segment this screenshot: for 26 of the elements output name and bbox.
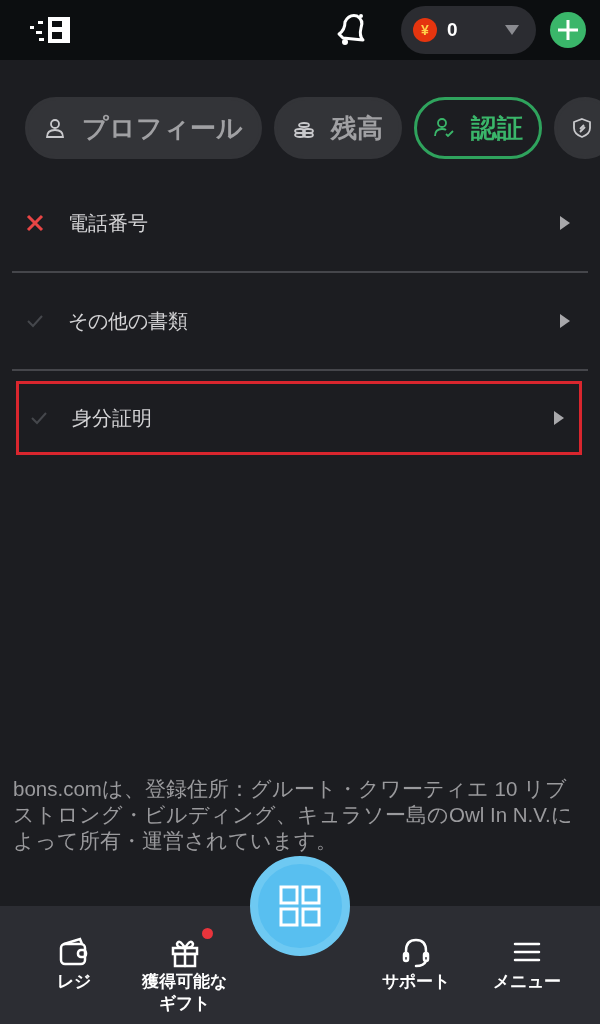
chevron-right-icon (553, 410, 565, 426)
support-nav-button[interactable]: サポート (360, 906, 471, 993)
tab[interactable]: プロフィール (25, 97, 262, 159)
wallet-nav-button[interactable]: レジ (18, 906, 129, 993)
balance-dropdown[interactable]: ¥ 0 (401, 6, 536, 54)
menu-nav-button[interactable]: メニュー (471, 906, 582, 993)
verification-item[interactable]: 身分証明 (16, 381, 582, 455)
caret-icon (504, 24, 520, 36)
cross-icon (26, 214, 44, 232)
person-icon (44, 117, 66, 139)
tab[interactable] (554, 97, 600, 159)
chevron-right-icon (559, 215, 571, 231)
grid-icon (279, 885, 321, 927)
company-info-text: bons.comは、登録住所：グルート・クワーティエ 10 リブストロング・ビルディング、キュラソー島のOwl In N.V.によって所有・運営されています。 (12, 776, 574, 854)
gift-nav-button[interactable]: 獲得可能なギフト (129, 906, 240, 1015)
tab[interactable]: 残高 (274, 97, 402, 159)
yen-coin-icon: ¥ (413, 18, 437, 42)
wallet-icon (57, 936, 90, 968)
verification-item[interactable]: その他の書類 (12, 273, 588, 369)
person-check-icon (433, 117, 455, 139)
chevron-right-icon (559, 313, 571, 329)
balance-amount: 0 (447, 19, 459, 41)
tab[interactable]: 認証 (414, 97, 542, 159)
shield-icon (571, 117, 593, 139)
verification-item[interactable]: 電話番号 (12, 175, 588, 271)
plus-icon[interactable] (550, 12, 586, 48)
